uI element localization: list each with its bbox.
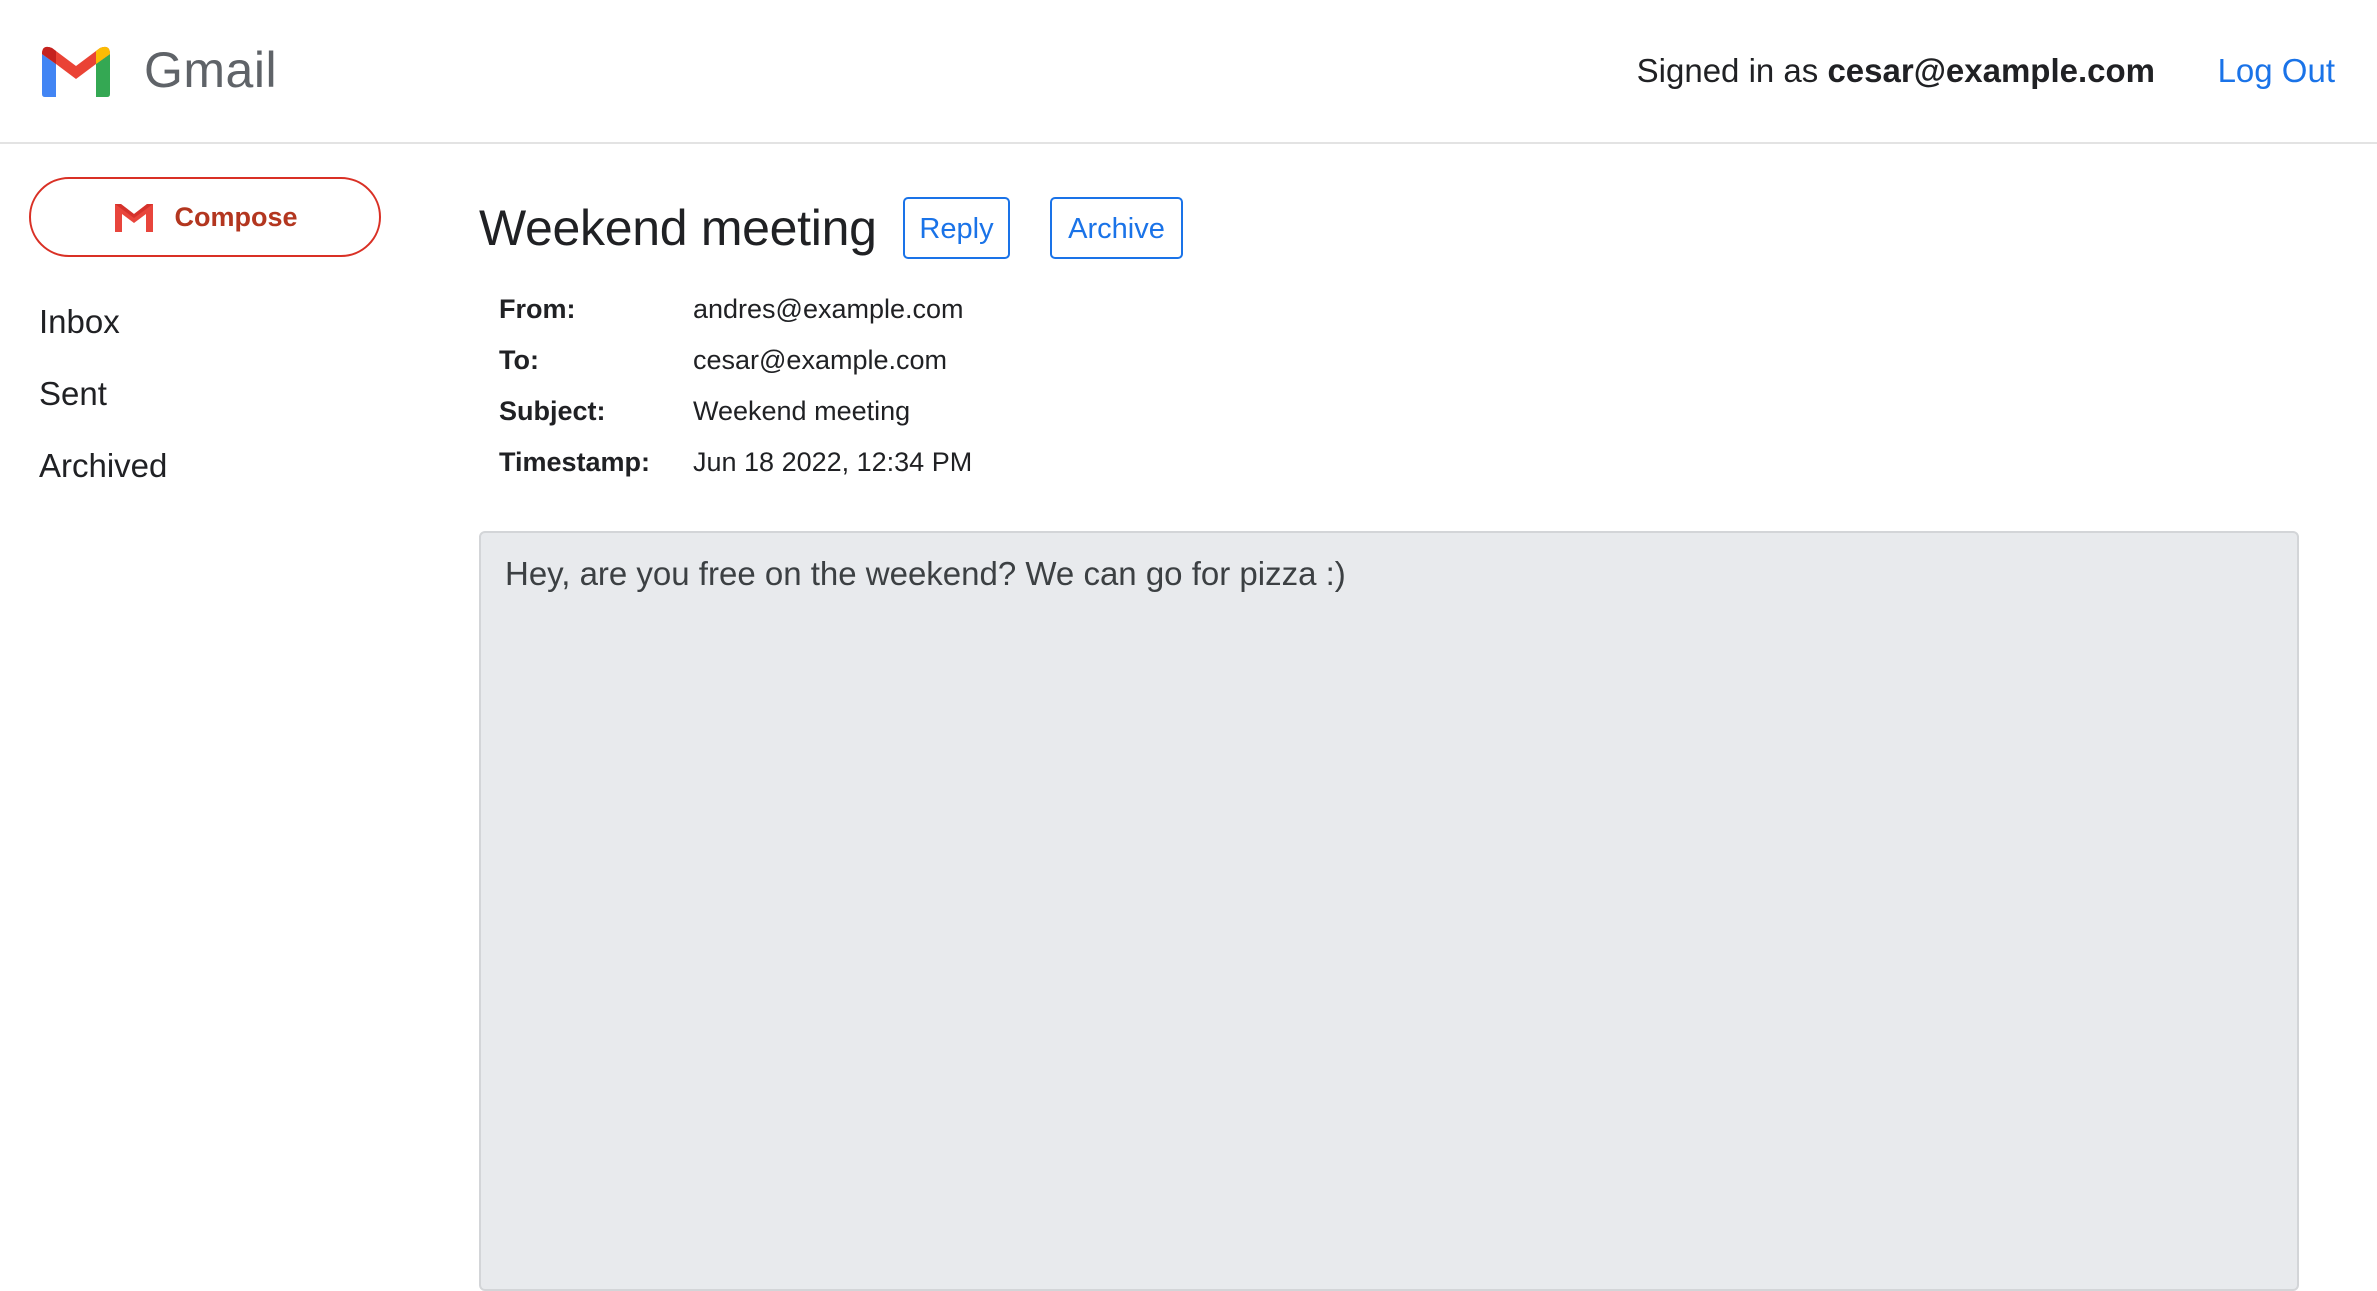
gmail-m-icon (115, 204, 154, 232)
signed-in-status: Signed in as cesar@example.com (1637, 48, 2155, 94)
to-label: To: (499, 345, 539, 375)
timestamp-label: Timestamp: (499, 447, 651, 477)
timestamp-value: Jun 18 2022, 12:34 PM (693, 447, 973, 477)
reply-button[interactable]: Reply (903, 197, 1010, 259)
archive-button[interactable]: Archive (1050, 197, 1183, 259)
email-body[interactable]: Hey, are you free on the weekend? We can… (479, 531, 2299, 1291)
from-value: andres@example.com (693, 294, 964, 324)
email-body-text: Hey, are you free on the weekend? We can… (505, 555, 1346, 592)
signed-in-prefix: Signed in as (1636, 52, 1828, 89)
subject-label: Subject: (499, 396, 606, 426)
sidebar-item-inbox[interactable]: Inbox (39, 298, 339, 370)
logout-link[interactable]: Log Out (2218, 48, 2335, 94)
sidebar-item-archived[interactable]: Archived (39, 442, 339, 514)
meta-row-from: From: andres@example.com (499, 284, 972, 335)
meta-row-subject: Subject: Weekend meeting (499, 386, 972, 437)
gmail-logo-icon (42, 46, 110, 97)
gmail-logo[interactable] (38, 42, 114, 98)
email-metadata: From: andres@example.com To: cesar@examp… (499, 284, 972, 488)
sidebar-nav: Inbox Sent Archived (39, 298, 339, 514)
meta-row-to: To: cesar@example.com (499, 335, 972, 386)
sidebar-item-sent[interactable]: Sent (39, 370, 339, 442)
from-label: From: (499, 294, 576, 324)
compose-label: Compose (174, 202, 298, 232)
meta-row-timestamp: Timestamp: Jun 18 2022, 12:34 PM (499, 437, 972, 488)
brand-name: Gmail (144, 42, 278, 98)
top-header: Gmail Signed in as cesar@example.com Log… (0, 0, 2377, 144)
subject-value: Weekend meeting (693, 396, 911, 426)
signed-in-email: cesar@example.com (1827, 52, 2155, 89)
to-value: cesar@example.com (693, 345, 947, 375)
email-title: Weekend meeting (479, 200, 877, 256)
compose-button[interactable]: Compose (29, 177, 381, 257)
